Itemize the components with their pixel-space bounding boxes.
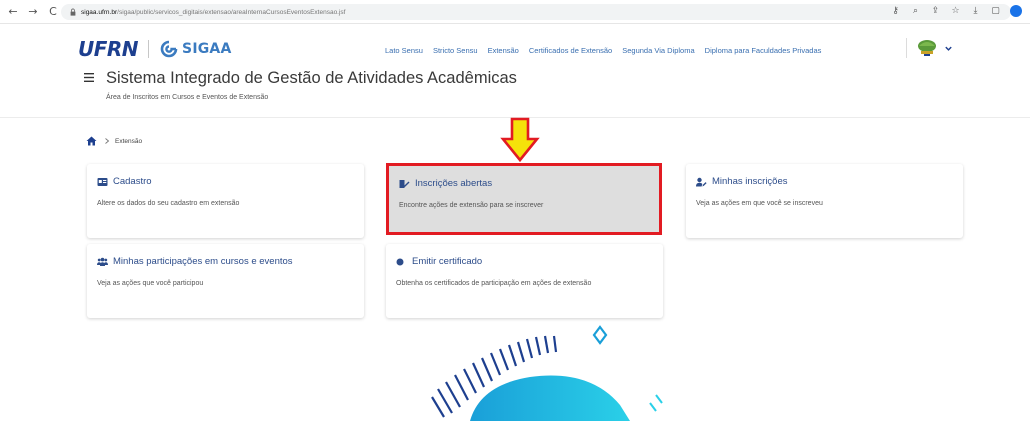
browser-toolbar: ← → C sigaa.ufrn.br/sigaa/public/servico… — [0, 0, 1030, 24]
card-minhas-participacoes[interactable]: Minhas participações em cursos e eventos… — [87, 244, 364, 318]
card-description: Encontre ações de extensão para se inscr… — [399, 202, 544, 209]
url-text: sigaa.ufrn.br/sigaa/public/servicos_digi… — [81, 8, 346, 16]
breadcrumb-current: Extensão — [115, 137, 143, 145]
home-icon[interactable] — [86, 136, 97, 146]
top-navigation: Lato Sensu Stricto Sensu Extensão Certif… — [385, 46, 831, 55]
reload-icon[interactable]: C — [46, 5, 60, 19]
card-description: Obtenha os certificados de participação … — [396, 280, 592, 287]
nav-diploma-faculdades-privadas[interactable]: Diploma para Faculdades Privadas — [705, 46, 822, 55]
card-title: Minhas inscrições — [712, 176, 788, 187]
nav-lato-sensu[interactable]: Lato Sensu — [385, 46, 423, 55]
annotation-arrow-icon — [500, 117, 540, 163]
chevron-right-icon — [105, 138, 110, 144]
menu-icon[interactable] — [84, 73, 94, 82]
ufrn-logo: UFRN — [78, 37, 139, 61]
circle-icon — [396, 258, 404, 265]
sigaa-logo-icon — [160, 40, 178, 58]
nav-stricto-sensu[interactable]: Stricto Sensu — [433, 46, 478, 55]
user-menu[interactable] — [915, 38, 953, 58]
zoom-icon[interactable]: ⌕ — [910, 6, 921, 17]
card-cadastro[interactable]: Cadastro Altere os dados do seu cadastro… — [87, 164, 364, 238]
ufrn-crest-icon — [918, 40, 936, 56]
sigaa-logo-text: SIGAA — [182, 41, 232, 57]
nav-certificados-extensao[interactable]: Certificados de Extensão — [529, 46, 612, 55]
page-subtitle: Área de Inscritos em Cursos e Eventos de… — [106, 94, 269, 101]
nav-extensao[interactable]: Extensão — [488, 46, 519, 55]
card-description: Altere os dados do seu cadastro em exten… — [97, 200, 240, 207]
breadcrumb: Extensão — [86, 136, 142, 146]
card-title: Cadastro — [113, 176, 152, 187]
forward-icon[interactable]: → — [26, 5, 40, 19]
nav-segunda-via-diploma[interactable]: Segunda Via Diploma — [622, 46, 694, 55]
site-logo[interactable]: UFRN SIGAA — [78, 37, 232, 61]
address-bar[interactable]: sigaa.ufrn.br/sigaa/public/servicos_digi… — [61, 4, 1011, 20]
id-card-icon — [97, 177, 108, 186]
bookmark-star-icon[interactable]: ☆ — [950, 6, 961, 17]
back-icon[interactable]: ← — [6, 5, 20, 19]
users-icon — [97, 257, 108, 266]
decorative-graphic — [431, 325, 663, 421]
lock-icon — [70, 8, 76, 16]
download-icon[interactable]: ⤓ — [970, 6, 981, 17]
card-inscricoes-abertas[interactable]: Inscrições abertas Encontre ações de ext… — [386, 163, 662, 235]
card-emitir-certificado[interactable]: Emitir certificado Obtenha os certificad… — [386, 244, 663, 318]
card-minhas-inscricoes[interactable]: Minhas inscrições Veja as ações em que v… — [686, 164, 963, 238]
card-title: Minhas participações em cursos e eventos — [113, 256, 293, 267]
profile-avatar-icon[interactable] — [1010, 5, 1022, 17]
card-title: Emitir certificado — [412, 256, 483, 267]
pen-icon — [399, 179, 410, 188]
key-icon[interactable]: ⚷ — [890, 6, 901, 17]
window-icon[interactable]: ▢ — [990, 6, 1001, 17]
page-title: Sistema Integrado de Gestão de Atividade… — [106, 69, 517, 87]
card-description: Veja as ações que você participou — [97, 280, 204, 287]
share-icon[interactable]: ⇪ — [930, 6, 941, 17]
chevron-down-icon — [945, 46, 952, 51]
card-title: Inscrições abertas — [415, 178, 493, 189]
card-description: Veja as ações em que você se inscreveu — [696, 200, 823, 207]
user-pen-icon — [696, 177, 707, 186]
